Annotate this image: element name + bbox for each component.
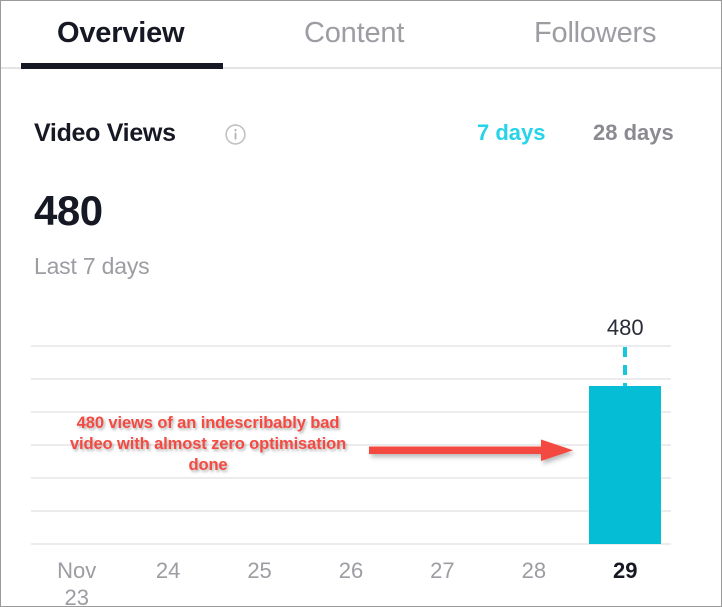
chart-bar-dashed-connector [623,347,628,386]
analytics-panel: Overview Content Followers Video Views 7… [0,0,722,607]
chart-gridline [31,345,671,347]
range-28-days-button[interactable]: 28 days [593,119,674,147]
panel-title: Video Views [34,119,176,147]
tab-content[interactable]: Content [304,13,404,53]
info-circle-icon[interactable] [225,124,246,145]
chart-x-tick-label: 26 [338,558,364,583]
chart-x-tick-label: Nov 23 [57,558,97,607]
tab-bar: Overview Content Followers [1,1,721,69]
active-tab-indicator [21,63,223,69]
chart-x-tick-label: 25 [247,558,272,583]
chart-gridline [31,543,671,545]
metric-caption: Last 7 days [34,253,150,279]
chart-gridline [31,477,671,479]
chart-x-tick-label: 27 [430,558,455,583]
tab-overview[interactable]: Overview [57,13,185,53]
annotation-text: 480 views of an indescribably bad video … [69,414,347,474]
right-arrow-icon [367,433,579,469]
chart-x-tick-label: 29 [613,558,638,583]
chart-x-tick-label: 24 [155,558,181,583]
metric-value: 480 [34,187,103,234]
chart-gridline [31,510,671,512]
range-7-days-button[interactable]: 7 days [477,119,546,147]
chart-gridline [31,378,671,380]
chart-bar[interactable] [589,385,662,544]
tab-followers[interactable]: Followers [534,13,656,53]
chart-x-axis: Nov 23 24 25 26 27 28 29 [1,553,721,607]
chart-bar-value-label: 480 [606,315,644,340]
chart-x-tick-label: 28 [521,558,547,583]
